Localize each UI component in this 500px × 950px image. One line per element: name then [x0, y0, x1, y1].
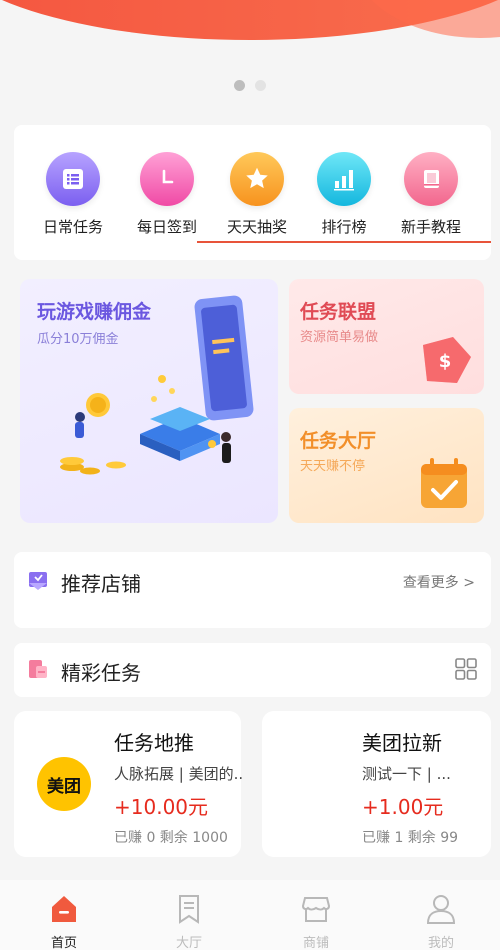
task-card[interactable]: 美团 任务地推 人脉拓展 | 美团的.. +10.00元 已赚 0 剩余 100…: [14, 711, 244, 857]
banner-dot-2[interactable]: [255, 80, 266, 91]
recommended-shops-section: 推荐店铺 查看更多 >: [14, 552, 491, 628]
tab-home[interactable]: 首页: [24, 893, 104, 950]
game-illustration: [60, 295, 254, 475]
quick-nav-label: 日常任务: [42, 218, 103, 236]
quick-nav-daily-tasks[interactable]: 日常任务: [28, 152, 118, 237]
promo-title: 任务大厅: [300, 430, 377, 452]
shop-icon: [301, 897, 331, 922]
tab-label: 商铺: [302, 936, 329, 950]
quick-nav-lottery[interactable]: 天天抽奖: [212, 152, 302, 237]
quick-nav-tutorial[interactable]: 新手教程: [386, 152, 476, 237]
grid-view-icon[interactable]: [455, 658, 477, 680]
task-desc: 测试一下 | ...: [362, 765, 451, 783]
task-price: +1.00元: [362, 795, 444, 819]
task-card[interactable]: 美团拉新 测试一下 | ... +1.00元 已赚 1 剩余 99: [262, 711, 491, 857]
view-more-link[interactable]: 查看更多 >: [403, 572, 475, 592]
shop-badge-icon: [29, 572, 47, 590]
tab-label: 大厅: [175, 936, 202, 950]
bottom-tab-bar: 首页 大厅 商铺 我的: [0, 880, 500, 950]
user-icon: [426, 895, 456, 924]
tab-label: 我的: [427, 936, 454, 950]
tag-icon: [29, 660, 47, 678]
tab-label: 首页: [50, 936, 77, 950]
quick-nav: 日常任务 每日签到 天天抽奖 排行榜 新手教程: [14, 125, 491, 260]
promo-game-commission[interactable]: 玩游戏赚佣金 瓜分10万佣金: [20, 279, 278, 523]
quick-nav-label: 新手教程: [400, 218, 461, 236]
task-stat: 已赚 0 剩余 1000: [114, 830, 228, 846]
task-name: 任务地推: [114, 731, 194, 755]
task-desc: 人脉拓展 | 美团的..: [114, 765, 244, 783]
scroll-indicator: [197, 241, 491, 243]
tab-shop[interactable]: 商铺: [276, 893, 356, 950]
svg-text:$: $: [439, 351, 452, 372]
list-icon: [46, 152, 100, 206]
quick-nav-leaderboard[interactable]: 排行榜: [299, 152, 389, 237]
clock-icon: [140, 152, 194, 206]
featured-tasks-section: 精彩任务: [14, 643, 491, 697]
quick-nav-label: 每日签到: [136, 218, 197, 236]
section-title: 推荐店铺: [61, 572, 141, 596]
header-wave: [0, 0, 500, 45]
banner-pagination: [0, 80, 500, 91]
quick-nav-label: 天天抽奖: [226, 218, 287, 236]
section-title: 精彩任务: [61, 661, 141, 685]
task-name: 美团拉新: [362, 731, 442, 755]
bookmark-icon: [179, 895, 199, 924]
promo-task-hall[interactable]: 任务大厅 天天赚不停: [289, 408, 484, 523]
star-icon: [230, 152, 284, 206]
task-stat: 已赚 1 剩余 99: [362, 830, 459, 846]
quick-nav-label: 排行榜: [321, 218, 367, 236]
meituan-logo: 美团: [37, 757, 91, 811]
home-icon: [52, 896, 76, 922]
dollar-tag-icon: $: [423, 337, 471, 383]
promo-subtitle: 天天赚不停: [300, 459, 366, 474]
tab-hall[interactable]: 大厅: [149, 893, 229, 950]
tab-profile[interactable]: 我的: [401, 893, 481, 950]
promo-title: 任务联盟: [300, 301, 377, 323]
quick-nav-daily-checkin[interactable]: 每日签到: [122, 152, 212, 237]
book-icon: [404, 152, 458, 206]
promo-task-league[interactable]: 任务联盟 资源简单易做 $: [289, 279, 484, 394]
bar-chart-icon: [317, 152, 371, 206]
promo-subtitle: 资源简单易做: [300, 330, 379, 345]
banner-dot-1[interactable]: [234, 80, 245, 91]
calendar-check-icon: [421, 458, 467, 508]
task-price: +10.00元: [114, 795, 209, 819]
